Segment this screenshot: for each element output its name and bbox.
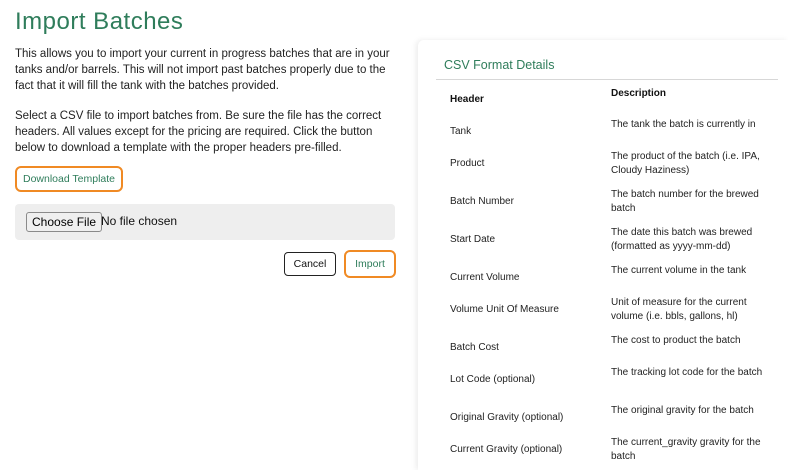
row-header-current-volume: Current Volume: [450, 272, 520, 283]
column-header-description: Description: [611, 88, 667, 99]
import-button[interactable]: Import: [344, 250, 396, 278]
row-header-lot-code: Lot Code (optional): [450, 374, 536, 385]
row-desc-current-gravity: The current_gravity gravity for the batc…: [611, 437, 761, 462]
row-header-current-gravity: Current Gravity (optional): [450, 444, 563, 455]
file-input-area: Choose File No file chosen: [15, 204, 395, 240]
no-file-text: No file chosen: [101, 214, 178, 228]
csv-format-divider: [436, 79, 778, 80]
column-header-header: Header: [450, 94, 484, 105]
csv-format-panel: CSV Format Details Header Description Ta…: [418, 40, 788, 470]
intro-text: This allows you to import your current i…: [15, 48, 390, 92]
download-template-button[interactable]: Download Template: [15, 166, 123, 192]
row-desc-product: The product of the batch (i.e. IPA, Clou…: [611, 151, 760, 176]
row-header-original-gravity: Original Gravity (optional): [450, 412, 564, 423]
choose-file-button[interactable]: Choose File: [26, 212, 103, 232]
cancel-button[interactable]: Cancel: [284, 252, 336, 276]
row-header-product: Product: [450, 158, 485, 169]
row-desc-lot-code: The tracking lot code for the batch: [611, 367, 763, 378]
row-header-volume-uom: Volume Unit Of Measure: [450, 304, 559, 315]
row-desc-original-gravity: The original gravity for the batch: [611, 405, 754, 416]
row-header-start-date: Start Date: [450, 234, 496, 245]
csv-format-title: CSV Format Details: [444, 58, 555, 72]
row-header-batch-number: Batch Number: [450, 196, 514, 207]
row-desc-current-volume: The current volume in the tank: [611, 265, 747, 276]
page-title: Import Batches: [15, 8, 184, 35]
row-header-batch-cost: Batch Cost: [450, 342, 499, 353]
row-desc-tank: The tank the batch is currently in: [611, 119, 756, 130]
row-desc-volume-uom: Unit of measure for the current volume (…: [611, 297, 747, 322]
row-desc-start-date: The date this batch was brewed (formatte…: [611, 227, 753, 252]
row-desc-batch-number: The batch number for the brewed batch: [611, 189, 759, 214]
row-header-tank: Tank: [450, 126, 472, 137]
instructions-text: Select a CSV file to import batches from…: [15, 110, 382, 154]
row-desc-batch-cost: The cost to product the batch: [611, 335, 741, 346]
